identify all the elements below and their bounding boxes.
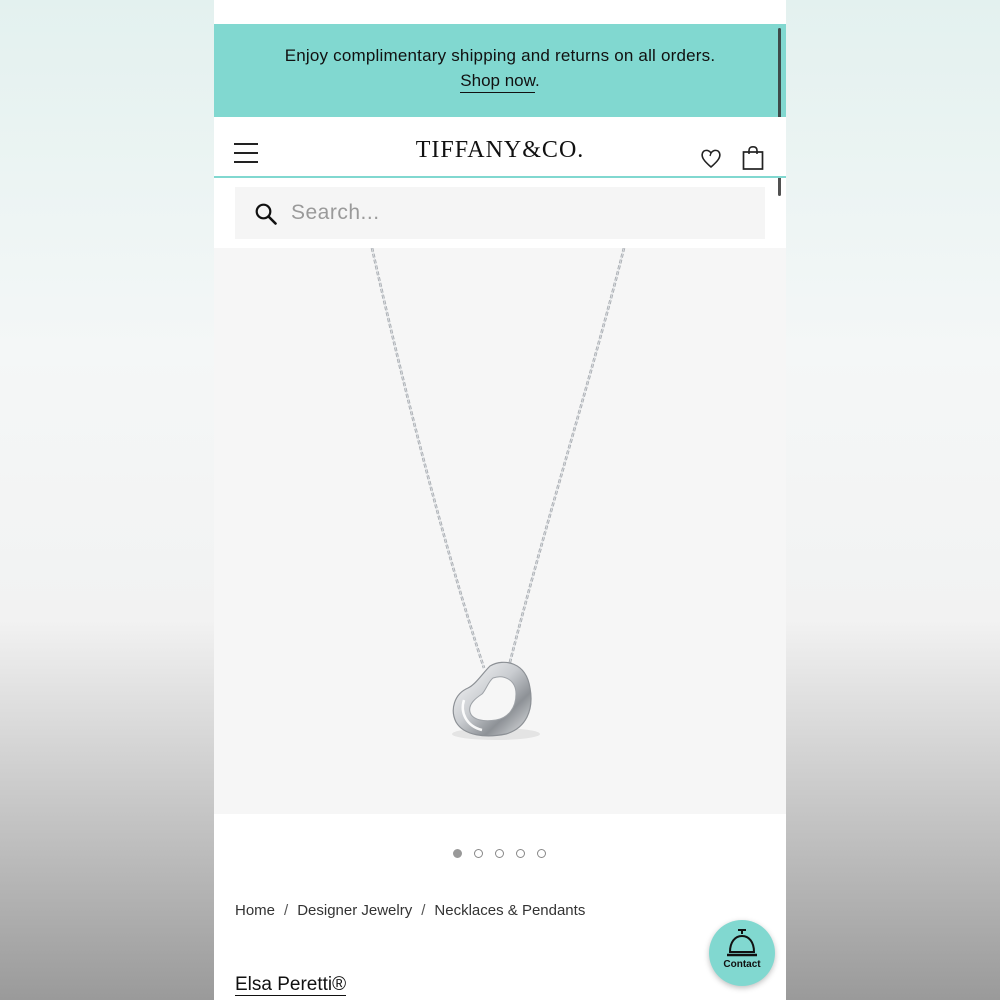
concierge-bell-icon <box>727 929 757 957</box>
product-image[interactable] <box>214 247 786 814</box>
carousel-dot-4[interactable] <box>516 849 525 858</box>
search-icon[interactable] <box>255 203 277 225</box>
shop-now-link[interactable]: Shop now <box>460 71 535 93</box>
breadcrumb-designer-jewelry[interactable]: Designer Jewelry <box>297 902 412 919</box>
shopping-bag-icon[interactable] <box>741 145 765 171</box>
mobile-page: Enjoy complimentary shipping and returns… <box>214 0 786 1000</box>
breadcrumb-separator: / <box>421 902 426 919</box>
carousel-dot-5[interactable] <box>537 849 546 858</box>
contact-label: Contact <box>723 959 761 970</box>
promo-banner: Enjoy complimentary shipping and returns… <box>214 24 786 117</box>
carousel-dot-3[interactable] <box>495 849 504 858</box>
breadcrumb-separator: / <box>284 902 289 919</box>
promo-message: Enjoy complimentary shipping and returns… <box>284 46 716 65</box>
promo-link-suffix: . <box>534 71 540 90</box>
search-bar <box>235 187 765 239</box>
necklace-illustration <box>370 247 626 740</box>
breadcrumb-necklaces-pendants[interactable]: Necklaces & Pendants <box>434 902 585 919</box>
carousel-dot-2[interactable] <box>474 849 483 858</box>
heart-icon[interactable] <box>699 146 723 170</box>
search-input[interactable] <box>291 197 741 229</box>
site-header: TIFFANY&CO. <box>214 117 786 178</box>
designer-link[interactable]: Elsa Peretti® <box>235 975 347 996</box>
carousel-dot-1[interactable] <box>453 849 462 858</box>
contact-button[interactable]: Contact <box>709 920 775 986</box>
breadcrumb: Home / Designer Jewelry / Necklaces & Pendan… <box>235 902 585 919</box>
carousel-dots <box>452 849 552 861</box>
breadcrumb-home[interactable]: Home <box>235 902 275 919</box>
promo-link-line: Shop now. <box>214 71 786 93</box>
